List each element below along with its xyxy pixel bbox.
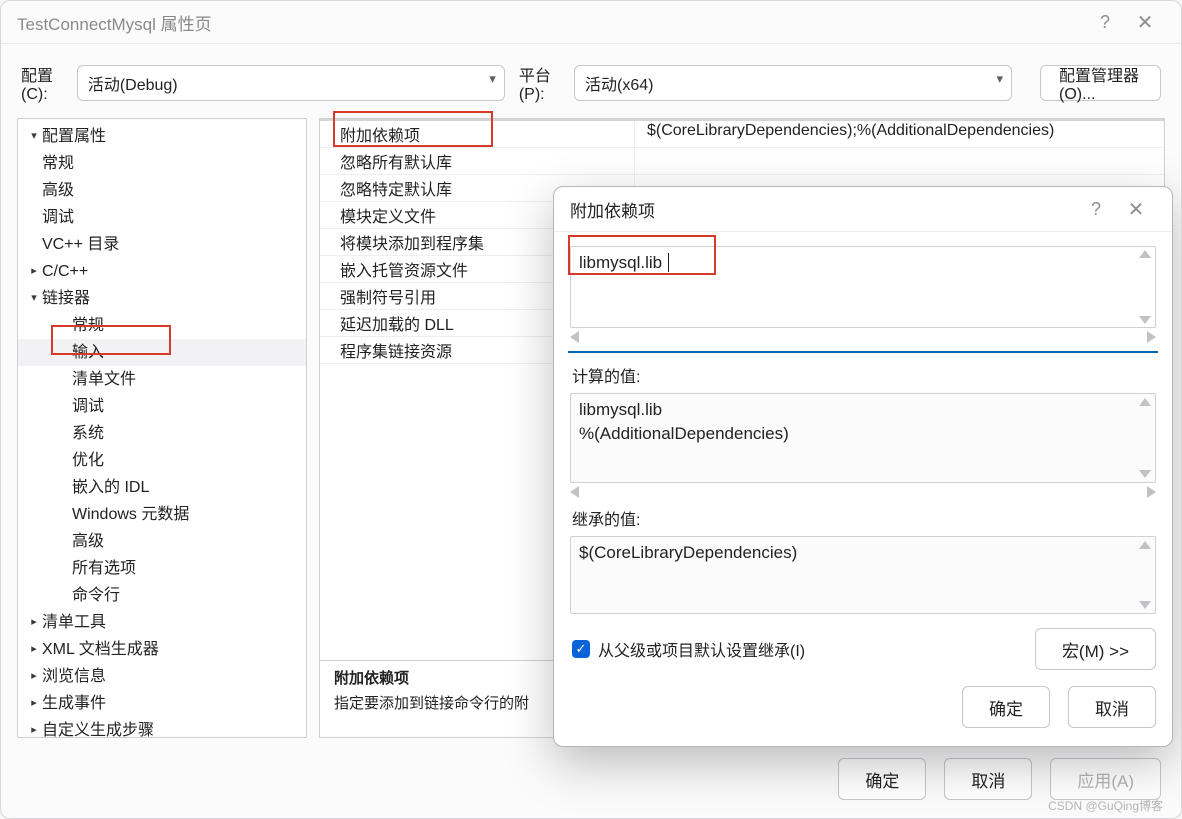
- window-title: TestConnectMysql 属性页: [17, 10, 212, 35]
- chevron-down-icon: ▾: [489, 71, 496, 87]
- tree-advanced[interactable]: 高级: [18, 177, 306, 204]
- platform-combo[interactable]: 活动(x64) ▾: [574, 65, 1012, 101]
- scroll-left-icon: [570, 486, 579, 498]
- scroll-down-icon: [1139, 316, 1151, 324]
- scroll-left-icon: [570, 331, 579, 343]
- tree-manifest-tool[interactable]: ▸清单工具: [18, 609, 306, 636]
- macros-button[interactable]: 宏(M) >>: [1035, 628, 1156, 670]
- dialog-title: 附加依赖项: [570, 197, 655, 222]
- tree-linker-system[interactable]: 系统: [18, 420, 306, 447]
- tree-linker-general[interactable]: 常规: [18, 312, 306, 339]
- apply-button[interactable]: 应用(A): [1050, 758, 1161, 800]
- scroll-up-icon: [1139, 398, 1151, 406]
- tree-browse[interactable]: ▸浏览信息: [18, 663, 306, 690]
- ok-button[interactable]: 确定: [838, 758, 926, 800]
- tree-general[interactable]: 常规: [18, 150, 306, 177]
- calculated-line: libmysql.lib: [579, 398, 1147, 422]
- property-pages-window: TestConnectMysql 属性页 ? ✕ 配置(C): 活动(Debug…: [0, 0, 1182, 819]
- tree-vcdirs[interactable]: VC++ 目录: [18, 231, 306, 258]
- config-manager-button[interactable]: 配置管理器(O)...: [1040, 65, 1161, 101]
- vertical-scrollbar[interactable]: [1139, 250, 1151, 258]
- help-icon[interactable]: ?: [1085, 12, 1125, 33]
- vertical-scrollbar[interactable]: [1139, 316, 1151, 324]
- dialog-buttons: 确定 取消: [554, 680, 1172, 746]
- titlebar: TestConnectMysql 属性页 ? ✕: [1, 1, 1181, 44]
- calculated-label: 计算的值:: [554, 363, 1172, 391]
- check-icon: ✓: [572, 640, 590, 658]
- tree-linker-winmd[interactable]: Windows 元数据: [18, 501, 306, 528]
- tree-linker-all[interactable]: 所有选项: [18, 555, 306, 582]
- dependencies-textarea[interactable]: libmysql.lib: [570, 246, 1156, 328]
- scroll-up-icon: [1139, 541, 1151, 549]
- tree-linker-cmd[interactable]: 命令行: [18, 582, 306, 609]
- tree-build-events[interactable]: ▸生成事件: [18, 690, 306, 717]
- textarea-value: libmysql.lib: [579, 253, 662, 272]
- dialog-titlebar: 附加依赖项 ? ✕: [554, 187, 1172, 232]
- prop-row[interactable]: 附加依赖项$(CoreLibraryDependencies);%(Additi…: [320, 119, 1164, 148]
- tree-root[interactable]: ▾配置属性: [18, 123, 306, 150]
- help-icon[interactable]: ?: [1076, 199, 1116, 220]
- prop-row[interactable]: 忽略所有默认库: [320, 148, 1164, 175]
- scroll-up-icon: [1139, 250, 1151, 258]
- inherited-values: $(CoreLibraryDependencies): [570, 536, 1156, 614]
- vertical-scrollbar[interactable]: [1139, 601, 1151, 609]
- config-label: 配置(C):: [21, 62, 63, 104]
- tree-linker-embed-idl[interactable]: 嵌入的 IDL: [18, 474, 306, 501]
- additional-dependencies-dialog: 附加依赖项 ? ✕ libmysql.lib 计算的值: libmysql.li…: [553, 186, 1173, 747]
- tree-custom-build[interactable]: ▸自定义生成步骤: [18, 717, 306, 738]
- inherited-line: $(CoreLibraryDependencies): [579, 541, 1147, 565]
- vertical-scrollbar[interactable]: [1139, 398, 1151, 406]
- horizontal-scrollbar[interactable]: [570, 485, 1156, 498]
- inherited-label: 继承的值:: [554, 506, 1172, 534]
- tree-linker-manifest[interactable]: 清单文件: [18, 366, 306, 393]
- dialog-row: ✓ 从父级或项目默认设置继承(I) 宏(M) >>: [554, 614, 1172, 680]
- dialog-ok-button[interactable]: 确定: [962, 686, 1050, 728]
- scroll-down-icon: [1139, 601, 1151, 609]
- checkbox-label: 从父级或项目默认设置继承(I): [598, 637, 805, 661]
- main-buttons: 确定 取消 应用(A): [838, 758, 1161, 800]
- dialog-cancel-button[interactable]: 取消: [1068, 686, 1156, 728]
- config-combo[interactable]: 活动(Debug) ▾: [77, 65, 505, 101]
- watermark: CSDN @GuQing博客: [1048, 797, 1163, 814]
- tree-linker-opt[interactable]: 优化: [18, 447, 306, 474]
- tree-linker[interactable]: ▾链接器: [18, 285, 306, 312]
- scroll-right-icon: [1147, 331, 1156, 343]
- scroll-right-icon: [1147, 486, 1156, 498]
- configuration-row: 配置(C): 活动(Debug) ▾ 平台(P): 活动(x64) ▾ 配置管理…: [1, 44, 1181, 118]
- calculated-values: libmysql.lib %(AdditionalDependencies): [570, 393, 1156, 483]
- tree-ccpp[interactable]: ▸C/C++: [18, 258, 306, 285]
- scroll-down-icon: [1139, 470, 1151, 478]
- separator: [568, 351, 1158, 353]
- calculated-line: %(AdditionalDependencies): [579, 422, 1147, 446]
- tree-linker-adv[interactable]: 高级: [18, 528, 306, 555]
- horizontal-scrollbar[interactable]: [570, 330, 1156, 343]
- platform-combo-value: 活动(x64): [585, 71, 653, 95]
- tree-xml-doc[interactable]: ▸XML 文档生成器: [18, 636, 306, 663]
- vertical-scrollbar[interactable]: [1139, 470, 1151, 478]
- platform-label: 平台(P):: [519, 62, 560, 104]
- category-tree[interactable]: ▾配置属性 常规 高级 调试 VC++ 目录 ▸C/C++ ▾链接器 常规 输入…: [17, 118, 307, 738]
- cancel-button[interactable]: 取消: [944, 758, 1032, 800]
- config-combo-value: 活动(Debug): [88, 71, 178, 95]
- close-icon[interactable]: ✕: [1125, 10, 1165, 35]
- close-icon[interactable]: ✕: [1116, 197, 1156, 222]
- tree-linker-debug[interactable]: 调试: [18, 393, 306, 420]
- chevron-down-icon: ▾: [996, 71, 1003, 87]
- tree-linker-input[interactable]: 输入: [18, 339, 306, 366]
- caret-icon: [663, 253, 669, 272]
- inherit-checkbox[interactable]: ✓ 从父级或项目默认设置继承(I): [572, 637, 805, 661]
- tree-debug[interactable]: 调试: [18, 204, 306, 231]
- vertical-scrollbar[interactable]: [1139, 541, 1151, 549]
